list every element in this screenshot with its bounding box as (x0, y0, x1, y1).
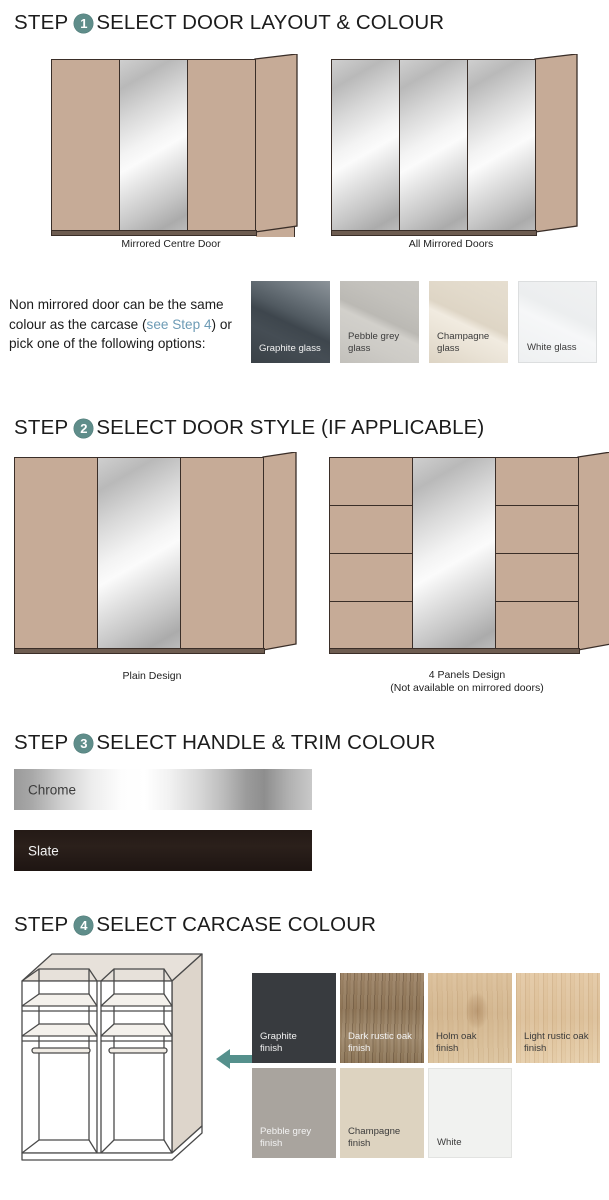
see-step-4-link[interactable]: see Step 4 (147, 317, 212, 332)
glass-swatch-champagne-label: Champagne glass (437, 331, 490, 354)
step-3-heading: STEP 3 SELECT HANDLE & TRIM COLOUR (14, 731, 435, 755)
step-3-badge: 3 (74, 733, 94, 753)
wardrobe-door-right[interactable] (188, 60, 255, 231)
note-line-2-before: colour as the carcase ( (9, 316, 147, 332)
wardrobe-caption-plain: Plain Design (122, 670, 182, 682)
glass-swatch-graphite[interactable]: Graphite glass (251, 281, 330, 363)
glass-swatch-pebble-grey[interactable]: Pebble grey glass (340, 281, 419, 363)
arrow-left-icon (216, 1049, 256, 1069)
glass-swatch-graphite-label: Graphite glass (259, 343, 321, 354)
glass-swatch-champagne[interactable]: Champagne glass (429, 281, 508, 363)
wardrobe-plinth (331, 230, 537, 236)
trim-swatch-slate-label: Slate (28, 843, 59, 858)
wardrobe-door-group (331, 59, 536, 232)
wardrobe-plinth (14, 648, 265, 654)
door-panel-lines (496, 458, 578, 649)
door-panel-lines (330, 458, 412, 649)
glass-swatch-pebble-grey-label: Pebble grey glass (348, 331, 400, 354)
step-3-title: SELECT HANDLE & TRIM COLOUR (96, 731, 436, 754)
caption-line-1: 4 Panels Design (428, 669, 506, 681)
non-mirrored-door-note: Non mirrored door can be the same colour… (9, 295, 254, 354)
finish-swatch-dark-rustic-oak-label: Dark rustic oak finish (348, 1031, 412, 1054)
wardrobe-caption-4-panels: 4 Panels Design (Not available on mirror… (329, 669, 605, 695)
step-3-word: STEP (14, 731, 69, 754)
step-4-title: SELECT CARCASE COLOUR (96, 913, 377, 936)
finish-swatch-graphite-label: Graphite finish (260, 1031, 297, 1054)
glass-swatch-white-label: White glass (527, 342, 577, 353)
wardrobe-door-group (329, 457, 579, 650)
finish-swatch-pebble-grey-label: Pebble grey finish (260, 1126, 312, 1149)
door-panel (496, 554, 578, 602)
trim-swatch-slate[interactable]: Slate (14, 830, 312, 871)
wardrobe-plinth (329, 648, 580, 654)
wardrobe-door-right-panelled[interactable] (496, 458, 578, 649)
wardrobe-door-centre-mirror[interactable] (400, 60, 468, 231)
step-4-badge: 4 (74, 915, 94, 935)
step-2-title: SELECT DOOR STYLE (IF APPLICABLE) (96, 416, 485, 439)
wardrobe-plain-design[interactable] (14, 452, 297, 667)
wardrobe-door-centre-mirror[interactable] (413, 458, 496, 649)
step-1-badge: 1 (74, 13, 94, 33)
note-line-2-after: ) or (211, 316, 232, 332)
finish-swatch-dark-rustic-oak[interactable]: Dark rustic oak finish (340, 973, 424, 1063)
wardrobe-door-group (14, 457, 264, 650)
wardrobe-caption-2: All Mirrored Doors (408, 238, 494, 250)
finish-swatch-white-label: White (437, 1137, 462, 1148)
step-1-heading: STEP 1 SELECT DOOR LAYOUT & COLOUR (14, 11, 444, 35)
wardrobe-perspective-edge (254, 54, 298, 233)
wardrobe-caption-1: Mirrored Centre Door (121, 238, 221, 250)
finish-swatch-light-rustic-oak-label: Light rustic oak finish (524, 1031, 589, 1054)
wardrobe-door-centre-mirror[interactable] (98, 458, 181, 649)
wardrobe-all-mirrored-doors[interactable] (331, 54, 578, 242)
wardrobe-door-left[interactable] (52, 60, 120, 231)
trim-swatch-chrome[interactable]: Chrome (14, 769, 312, 810)
wardrobe-door-centre-mirror[interactable] (120, 60, 188, 231)
step-1-title: SELECT DOOR LAYOUT & COLOUR (96, 11, 445, 34)
carcase-diagram[interactable] (8, 948, 228, 1166)
door-panel (496, 458, 578, 506)
wardrobe-perspective-edge (577, 452, 609, 651)
door-panel (330, 506, 412, 554)
step-2-heading: STEP 2 SELECT DOOR STYLE (IF APPLICABLE) (14, 416, 484, 440)
wardrobe-perspective-edge (262, 452, 297, 651)
caption-line-2: (Not available on mirrored doors) (390, 682, 544, 694)
finish-swatch-light-rustic-oak[interactable]: Light rustic oak finish (516, 973, 600, 1063)
finish-swatch-champagne-label: Champagne finish (348, 1126, 401, 1149)
wardrobe-perspective-edge (534, 54, 578, 233)
step-2-word: STEP (14, 416, 69, 439)
step-2-badge: 2 (74, 418, 94, 438)
glass-swatch-white[interactable]: White glass (518, 281, 597, 363)
trim-swatch-chrome-label: Chrome (28, 782, 77, 797)
wardrobe-4-panels-design[interactable] (329, 452, 609, 667)
finish-swatch-white[interactable]: White (428, 1068, 512, 1158)
wardrobe-door-left[interactable] (15, 458, 98, 649)
note-line-1: Non mirrored door can be the same (9, 297, 224, 312)
note-line-3: pick one of the following options: (9, 336, 206, 351)
step-4-heading: STEP 4 SELECT CARCASE COLOUR (14, 913, 376, 937)
finish-swatch-holm-oak[interactable]: Holm oak finish (428, 973, 512, 1063)
door-panel (496, 506, 578, 554)
wardrobe-door-left-mirror[interactable] (332, 60, 400, 231)
door-panel (330, 458, 412, 506)
wardrobe-door-right[interactable] (181, 458, 263, 649)
door-panel (496, 602, 578, 649)
wardrobe-door-right-mirror[interactable] (468, 60, 535, 231)
finish-swatch-holm-oak-label: Holm oak finish (436, 1031, 477, 1054)
wardrobe-plinth (51, 230, 257, 236)
step-4-word: STEP (14, 913, 69, 936)
step-1-word: STEP (14, 11, 69, 34)
finish-swatch-graphite[interactable]: Graphite finish (252, 973, 336, 1063)
finish-swatch-pebble-grey[interactable]: Pebble grey finish (252, 1068, 336, 1158)
wardrobe-door-left-panelled[interactable] (330, 458, 413, 649)
door-panel (330, 602, 412, 649)
wardrobe-door-group (51, 59, 256, 232)
wardrobe-mirrored-centre-door[interactable] (51, 54, 298, 242)
door-panel (330, 554, 412, 602)
finish-swatch-champagne[interactable]: Champagne finish (340, 1068, 424, 1158)
